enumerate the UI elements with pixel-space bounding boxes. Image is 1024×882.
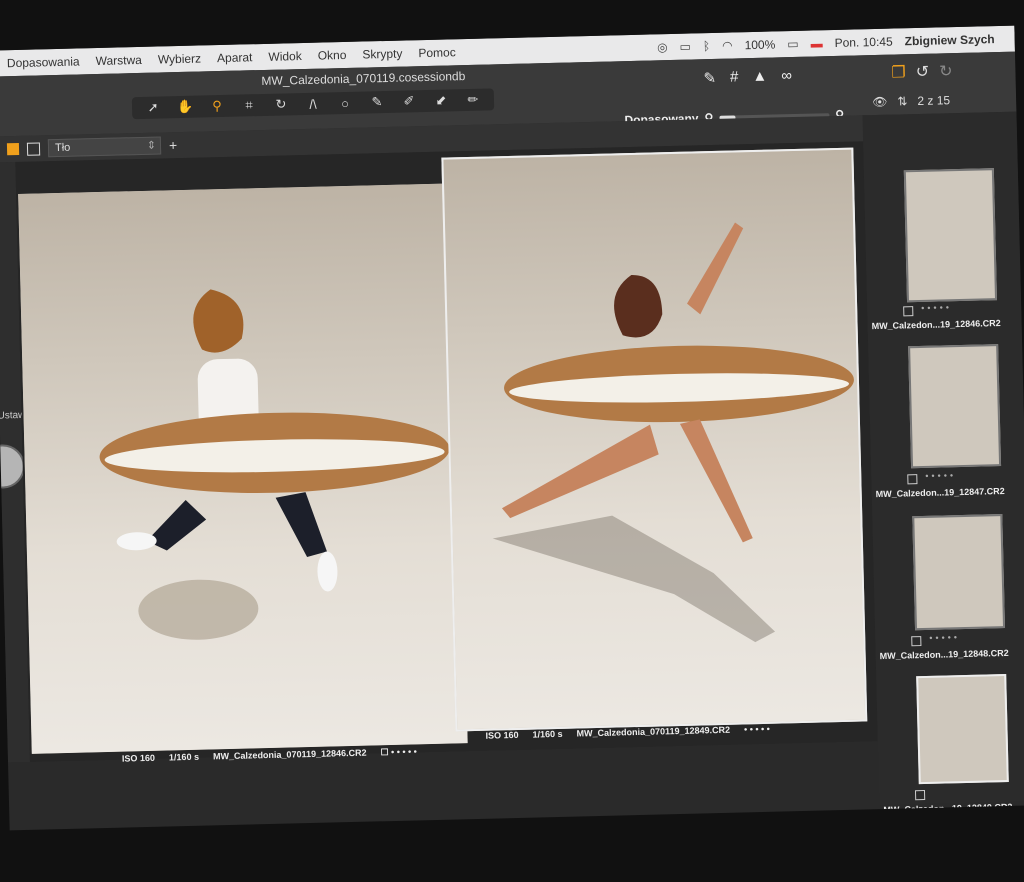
menu-warstwa[interactable]: Warstwa (95, 53, 142, 68)
thumb-name: MW_Calzedon...19_12846.CR2 (871, 318, 1001, 332)
window-title: MW_Calzedonia_070119.cosessiondb (261, 69, 466, 89)
menu-okno[interactable]: Okno (318, 48, 347, 63)
menu-pomoc[interactable]: Pomoc (418, 45, 456, 60)
creative-cloud-icon[interactable]: ◎ (657, 40, 668, 54)
eye-icon[interactable]: 👁 (872, 95, 888, 109)
filmstrip-thumb[interactable] (903, 168, 998, 303)
right-rating-dots[interactable]: • • • • • (744, 724, 770, 735)
right-iso: ISO 160 (485, 729, 519, 741)
image-counter: 👁 ⇅ 2 z 15 (872, 93, 950, 109)
filmstrip: ••••• MW_Calzedon...19_12846.CR2 ••••• M… (862, 111, 1024, 815)
counter-text: 2 z 15 (917, 93, 951, 108)
layer-select-value: Tło (54, 141, 71, 155)
undo-icon[interactable]: ↺ (916, 62, 930, 82)
menu-widok[interactable]: Widok (268, 49, 302, 64)
crop-tool-icon[interactable]: ⌗ (236, 97, 262, 114)
copy-icon[interactable]: ❐ (891, 62, 906, 82)
keystone-tool-icon[interactable]: /\ (300, 96, 326, 112)
thumb-checkbox[interactable] (914, 790, 926, 801)
picker-tool-icon[interactable]: ⬋ (428, 92, 454, 109)
rotate-tool-icon[interactable]: ↻ (268, 96, 294, 113)
add-layer-icon[interactable]: + (169, 137, 178, 153)
multi-view-icon[interactable] (6, 142, 20, 156)
menu-aparat[interactable]: Aparat (217, 50, 253, 65)
edit-icon[interactable]: ✎ (703, 69, 716, 87)
spot-tool-icon[interactable]: ○ (332, 95, 358, 111)
menu-clock[interactable]: Pon. 10:45 (834, 35, 892, 50)
sort-icon[interactable]: ⇅ (897, 94, 907, 108)
left-rating-dots[interactable]: ☐ • • • • • (380, 746, 417, 758)
thumb-rating[interactable]: ••••• (921, 302, 952, 313)
hand-tool-icon[interactable]: ✋ (172, 99, 198, 116)
battery-icon[interactable]: ▭ (787, 37, 799, 51)
wifi-icon[interactable]: ◠ (722, 38, 733, 52)
select-tool-icon[interactable]: ➚ (140, 99, 166, 116)
chevron-updown-icon: ⇕ (146, 139, 157, 152)
left-filename: MW_Calzedonia_070119_12846.CR2 (212, 747, 367, 762)
filmstrip-thumb[interactable] (912, 514, 1006, 631)
viewer-image-right[interactable] (441, 147, 868, 732)
menu-user[interactable]: Zbigniew Szych (904, 32, 994, 48)
view-tools: ✎ # ▲ ∞ (703, 67, 792, 87)
thumb-checkbox[interactable] (907, 474, 918, 485)
warning-icon[interactable]: ▲ (752, 68, 767, 86)
screen: Dopasowania Warstwa Wybierz Aparat Widok… (0, 25, 1024, 831)
viewer-image-left[interactable] (18, 183, 468, 754)
image-viewer: ISO 160 1/160 s MW_Calzedonia_070119_128… (15, 141, 878, 764)
menu-skrypty[interactable]: Skrypty (362, 47, 402, 62)
left-iso: ISO 160 (121, 752, 156, 764)
filmstrip-thumb[interactable] (908, 344, 1002, 469)
history-tools: ❐ ↺ ↻ (891, 61, 953, 82)
draw-mask-icon[interactable]: ✐ (396, 93, 422, 110)
thumb-checkbox[interactable] (911, 636, 922, 647)
layer-select[interactable]: Tło ⇕ (47, 136, 162, 158)
bluetooth-icon[interactable]: ᛒ (703, 39, 711, 53)
zoom-tool-icon[interactable]: ⚲ (204, 98, 230, 115)
grid-icon[interactable]: # (730, 68, 739, 86)
battery-percent: 100% (744, 37, 776, 53)
tool-group: ➚ ✋ ⚲ ⌗ ↻ /\ ○ ✎ ✐ ⬋ ✏ (131, 88, 495, 120)
brush-tool-icon[interactable]: ✎ (364, 94, 390, 111)
flag-icon[interactable]: ▬ (810, 36, 822, 50)
right-shutter: 1/160 s (532, 728, 563, 740)
single-view-icon[interactable] (26, 141, 41, 156)
glasses-icon[interactable]: ∞ (781, 67, 792, 85)
redo-icon[interactable]: ↻ (939, 61, 953, 81)
thumb-name: MW_Calzedon...19_12847.CR2 (875, 485, 1005, 500)
menu-wybierz[interactable]: Wybierz (158, 51, 202, 66)
surfer-man-illustration (99, 289, 450, 640)
surfer-woman-illustration (492, 222, 854, 643)
thumb-rating[interactable]: ••••• (929, 632, 960, 643)
filmstrip-thumb-selected[interactable] (916, 674, 1009, 785)
menu-status-area: ◎ ▭ ᛒ ◠ 100% ▭ ▬ Pon. 10:45 Zbigniew Szy… (657, 32, 1015, 54)
menu-dopasowania[interactable]: Dopasowania (7, 54, 80, 70)
left-shutter: 1/160 s (168, 751, 200, 763)
thumb-rating[interactable]: ••••• (925, 470, 956, 481)
airplay-icon[interactable]: ▭ (679, 40, 691, 54)
annotate-tool-icon[interactable]: ✏ (460, 92, 486, 109)
thumb-checkbox[interactable] (903, 306, 914, 317)
thumb-name: MW_Calzedon...19_12848.CR2 (879, 647, 1009, 662)
